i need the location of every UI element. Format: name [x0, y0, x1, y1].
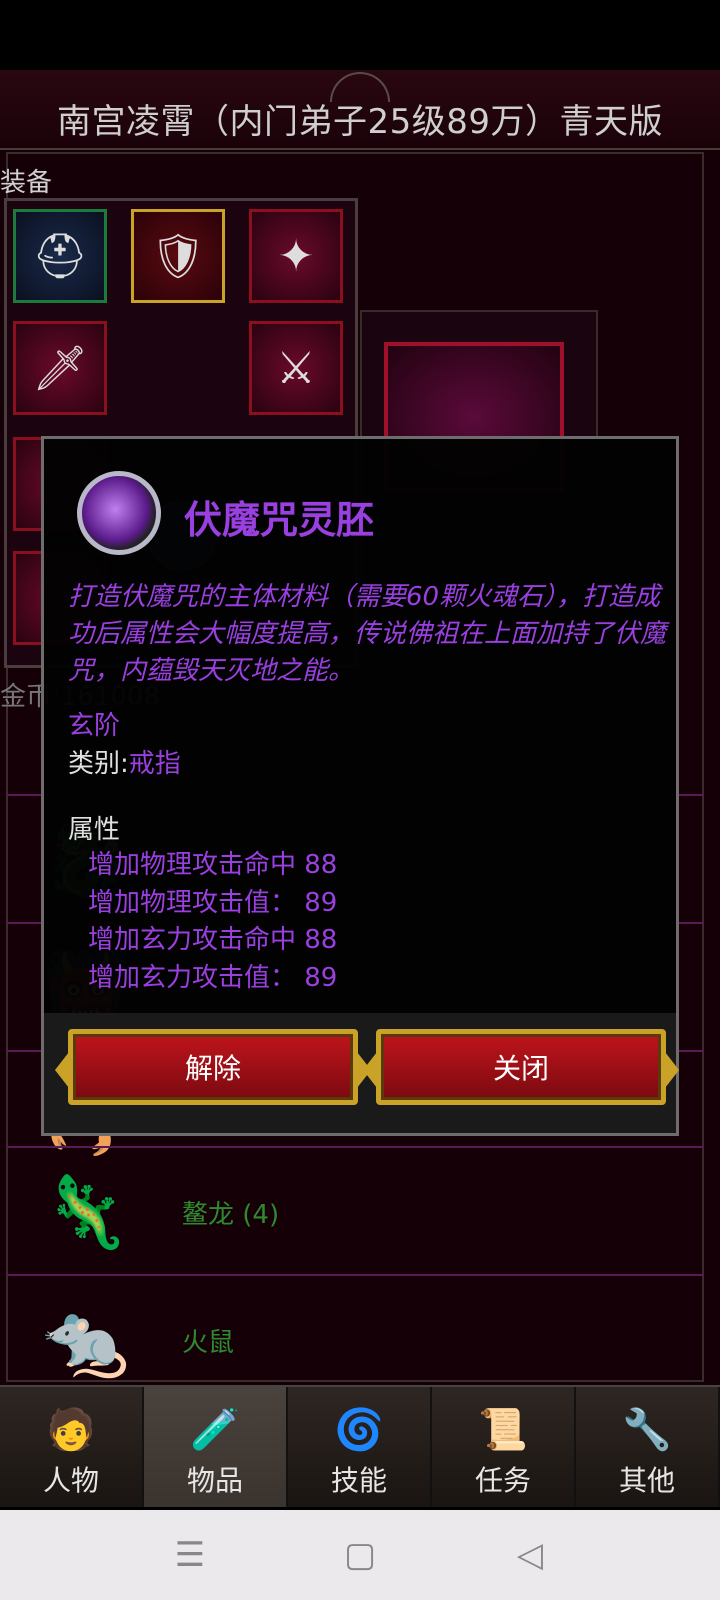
blade-icon: ⚔ — [276, 342, 316, 394]
close-button[interactable]: 关闭 — [363, 1029, 679, 1105]
tab-label: 技能 — [330, 1464, 387, 1497]
quest-icon: 📜 — [478, 1406, 528, 1453]
attribute-line: 增加物理攻击值： 89 — [88, 887, 338, 918]
status-bar — [0, 0, 720, 70]
item-detail-dialog: 伏魔咒灵胚 打造伏魔咒的主体材料（需要60颗火魂石），打造成功后属性会大幅度提高… — [41, 436, 679, 1136]
tab-label: 物品 — [186, 1464, 243, 1497]
list-item-name: 鳌龙 (4) — [182, 1200, 280, 1230]
skill-icon: 🌀 — [334, 1406, 384, 1453]
attribute-line: 增加玄力攻击值： 89 — [88, 962, 338, 993]
dragon-icon: 🦎 — [42, 1170, 130, 1253]
potion-icon: 🧪 — [190, 1406, 240, 1453]
system-nav-bar: ☰ ▢ ◁ — [0, 1510, 720, 1600]
category-value: 戒指 — [128, 749, 181, 779]
attribute-line: 增加玄力攻击命中 88 — [88, 925, 338, 955]
page-title: 南宫凌霄（内门弟子25级89万）青天版 — [56, 102, 664, 142]
list-item[interactable]: 🦎 鳌龙 (4) — [6, 1146, 704, 1274]
tab-skills[interactable]: 🌀 技能 — [288, 1387, 432, 1507]
dialog-footer: 解除 关闭 — [44, 1013, 679, 1133]
tab-label: 其他 — [618, 1464, 675, 1497]
item-category: 类别:戒指 — [68, 743, 181, 780]
attribute-line: 增加物理攻击命中 88 — [88, 850, 338, 880]
fire-rat-icon: 🐀 — [42, 1298, 130, 1381]
list-item-name: 火鼠 — [182, 1328, 235, 1358]
character-icon: 🧑 — [46, 1406, 96, 1453]
bottom-nav: 🧑 人物 🧪 物品 🌀 技能 📜 任务 🔧 其他 — [0, 1385, 720, 1507]
amulet-icon: ✦ — [277, 230, 315, 282]
item-tier: 玄阶 — [68, 711, 121, 741]
list-item[interactable]: 🐀 火鼠 — [6, 1274, 704, 1385]
equip-slot-helmet[interactable]: ⛑ — [13, 209, 107, 303]
item-description: 打造伏魔咒的主体材料（需要60颗火魂石），打造成功后属性会大幅度提高，传说佛祖在… — [68, 582, 667, 686]
tab-quests[interactable]: 📜 任务 — [432, 1387, 576, 1507]
title-bar: 南宫凌霄（内门弟子25级89万）青天版 — [0, 70, 720, 150]
equip-slot-amulet[interactable]: ✦ — [249, 209, 343, 303]
home-icon[interactable]: ▢ — [275, 1510, 445, 1600]
tools-icon: 🔧 — [622, 1406, 672, 1453]
sword-icon: 🗡 — [32, 343, 88, 394]
ring-icon — [77, 471, 161, 555]
tab-character[interactable]: 🧑 人物 — [0, 1387, 144, 1507]
menu-icon[interactable]: ☰ — [105, 1510, 275, 1600]
tab-items[interactable]: 🧪 物品 — [144, 1387, 288, 1507]
tab-other[interactable]: 🔧 其他 — [576, 1387, 720, 1507]
equip-slot-blade[interactable]: ⚔ — [249, 321, 343, 415]
attributes-heading: 属性 — [68, 815, 121, 845]
tab-label: 人物 — [42, 1464, 99, 1497]
helmet-icon: ⛑ — [32, 231, 88, 282]
armor-icon: 🛡 — [150, 231, 206, 282]
equipment-label: 装备 — [0, 168, 53, 198]
item-name: 伏魔咒灵胚 — [184, 498, 375, 542]
unequip-button[interactable]: 解除 — [55, 1029, 371, 1105]
category-key: 类别: — [68, 749, 129, 779]
equip-slot-armor[interactable]: 🛡 — [131, 209, 225, 303]
attribute-list: 增加物理攻击命中 88 增加物理攻击值： 89 增加玄力攻击命中 88 增加玄力… — [88, 847, 337, 997]
equip-slot-weapon[interactable]: 🗡 — [13, 321, 107, 415]
back-icon[interactable]: ◁ — [445, 1510, 615, 1600]
tab-label: 任务 — [474, 1464, 531, 1497]
